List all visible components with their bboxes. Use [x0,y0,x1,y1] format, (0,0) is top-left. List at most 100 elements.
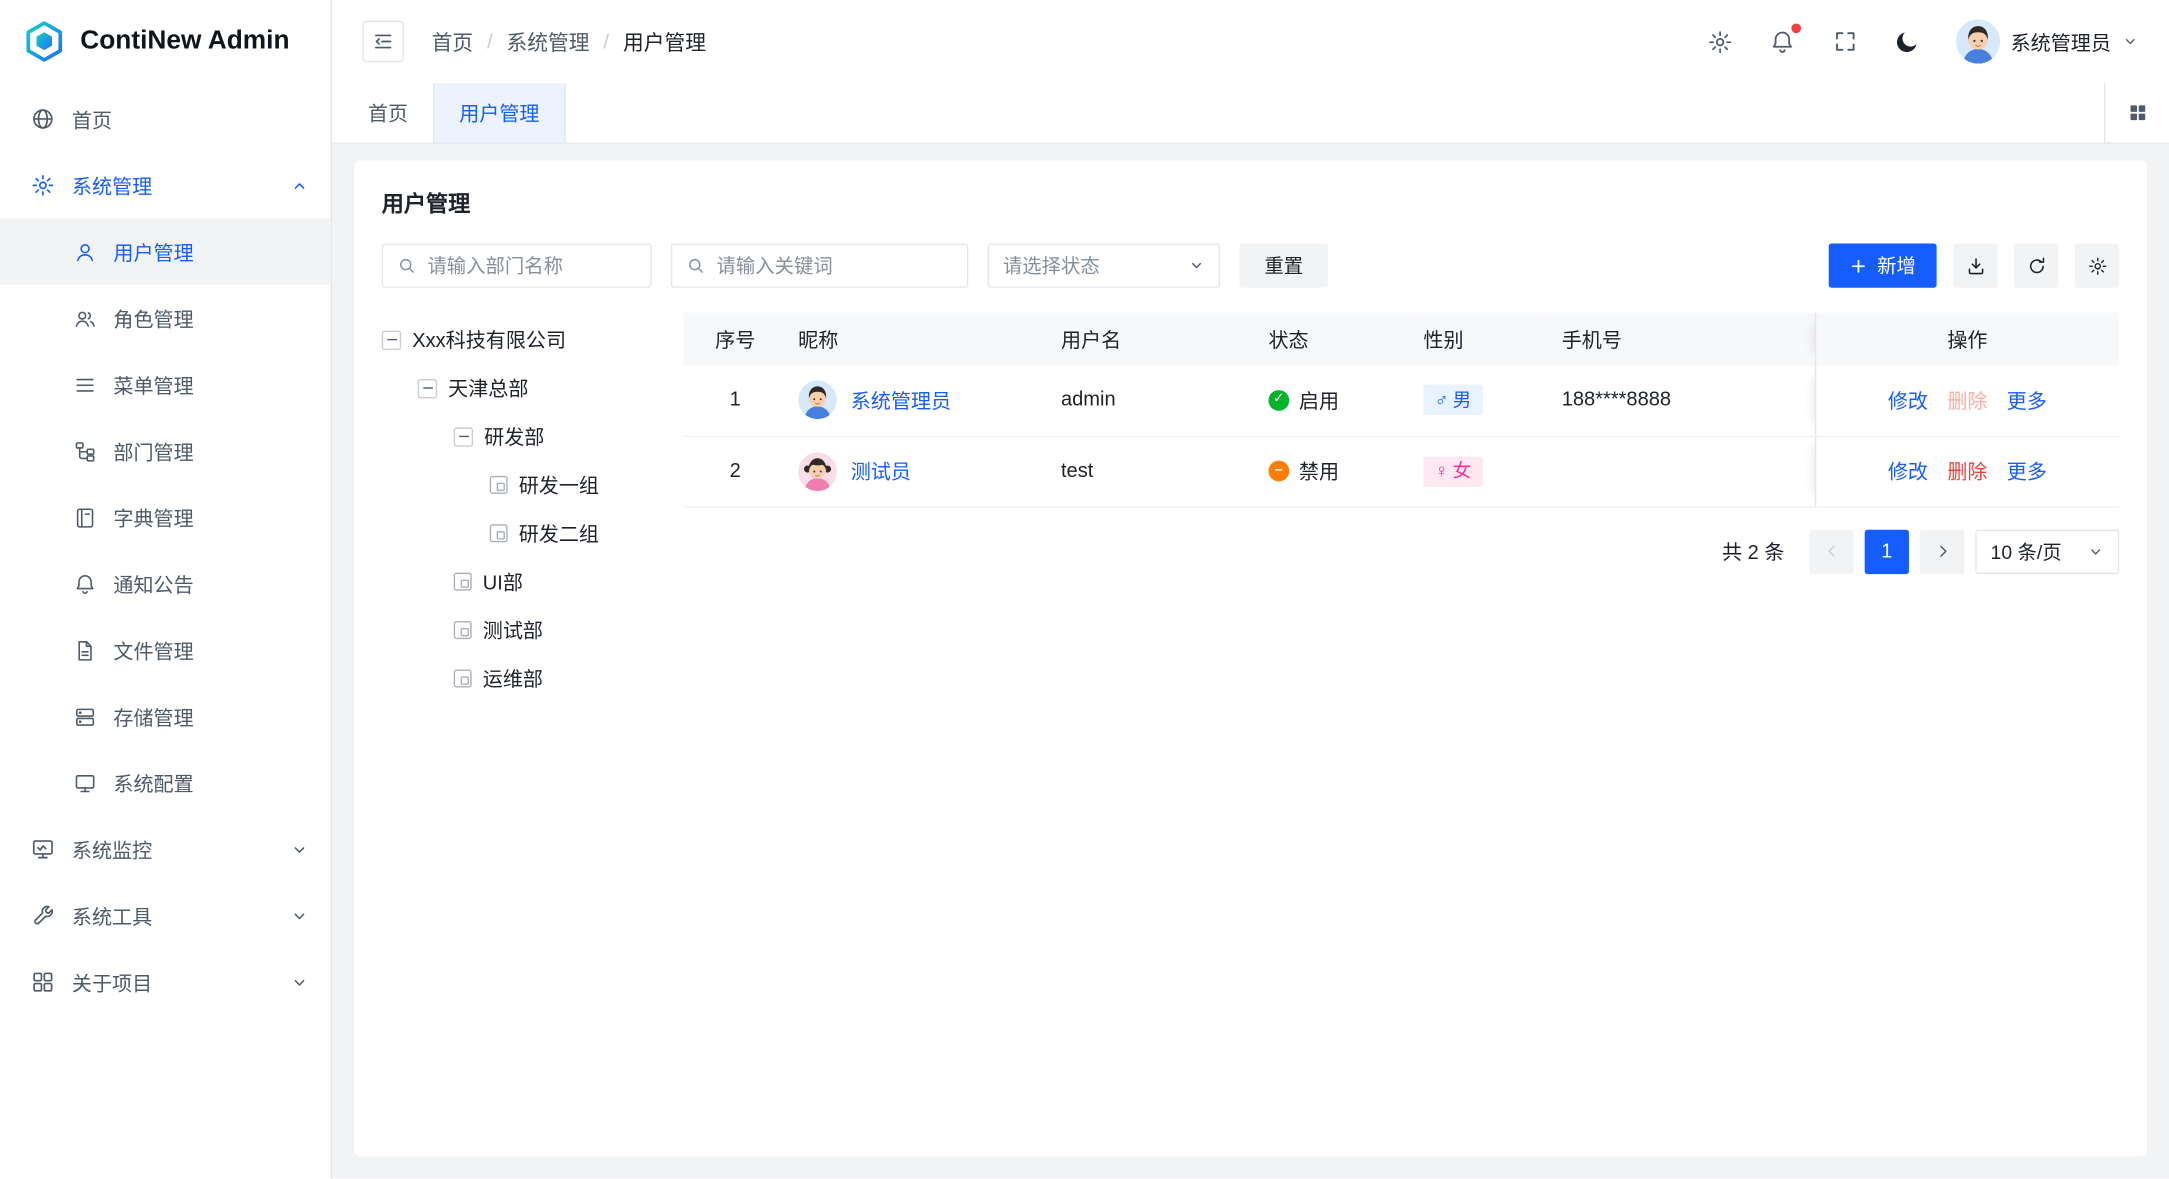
breadcrumb-system-mgmt[interactable]: 系统管理 [507,27,590,56]
tree-node-rd-dept[interactable]: 研发部 [382,412,659,460]
sidebar-item-storage-mgmt[interactable]: 存储管理 [0,683,331,749]
status-badge: ✓ 启用 [1268,386,1401,415]
nickname-link[interactable]: 系统管理员 [851,386,951,415]
nickname-link[interactable]: 测试员 [851,456,911,485]
tree-collapse-icon[interactable] [418,378,437,397]
sidebar-item-dict-mgmt[interactable]: 字典管理 [0,484,331,550]
sidebar-item-label: 首页 [72,104,112,133]
topbar: 首页 / 系统管理 / 用户管理 系统管理 [332,0,2169,83]
table-settings-button[interactable] [2075,243,2119,287]
sidebar-item-home[interactable]: 首页 [0,86,331,152]
sidebar-item-label: 用户管理 [113,237,193,266]
tree-node-rd-group1[interactable]: 研发一组 [382,461,659,509]
settings-icon[interactable] [1706,28,1734,56]
status-badge: − 禁用 [1268,456,1401,485]
sidebar-item-label: 系统工具 [72,901,152,930]
user-menu[interactable]: 系统管理员 [1955,19,2138,63]
user-icon [72,239,97,264]
edit-link[interactable]: 修改 [1888,456,1928,485]
chevron-down-icon [2087,543,2104,560]
tree-collapse-icon[interactable] [382,330,401,349]
tree-node-label: Xxx科技有限公司 [412,325,566,354]
tree-node-company[interactable]: Xxx科技有限公司 [382,315,659,363]
sidebar-item-system-mgmt[interactable]: 系统管理 [0,152,331,218]
main-content: 用户管理 请选择状态 [332,144,2169,1179]
tree-leaf-icon [454,670,472,688]
sidebar-item-sys-config[interactable]: 系统配置 [0,750,331,816]
sidebar-item-label: 系统配置 [113,768,193,797]
sidebar-item-menu-mgmt[interactable]: 菜单管理 [0,351,331,417]
male-symbol-icon: ♂ [1434,391,1448,410]
tree-node-test-dept[interactable]: 测试部 [382,606,659,654]
tree-node-hq[interactable]: 天津总部 [382,364,659,412]
next-page-button[interactable] [1920,529,1964,573]
search-icon [686,256,705,275]
sidebar-item-label: 菜单管理 [113,370,193,399]
search-icon [397,256,416,275]
sidebar-item-label: 部门管理 [113,436,193,465]
page-size-select[interactable]: 10 条/页 [1975,529,2119,573]
fullscreen-icon[interactable] [1831,28,1859,56]
pagination: 共 2 条 1 10 条/页 [683,529,2119,573]
sidebar-item-sys-tools[interactable]: 系统工具 [0,883,331,949]
dept-search-input[interactable] [427,255,636,277]
add-user-button[interactable]: 新增 [1829,243,1937,287]
edit-link[interactable]: 修改 [1888,386,1928,415]
menu-fold-icon [372,30,394,52]
user-avatar [798,381,837,420]
logo-hexagon-icon [22,19,66,63]
gear-icon [2087,255,2108,276]
refresh-icon [2026,255,2047,276]
sidebar-item-dept-mgmt[interactable]: 部门管理 [0,418,331,484]
add-button-label: 新增 [1877,252,1916,280]
breadcrumb-home[interactable]: 首页 [432,27,474,56]
refresh-button[interactable] [2014,243,2058,287]
sidebar-item-file-mgmt[interactable]: 文件管理 [0,617,331,683]
tree-node-label: 研发一组 [519,470,599,499]
user-avatar [1955,19,1999,63]
keyword-search-box [671,243,968,287]
tree-node-rd-group2[interactable]: 研发二组 [382,509,659,557]
dark-mode-moon-icon[interactable] [1893,28,1921,56]
reset-button[interactable]: 重置 [1239,243,1328,287]
gear-icon [30,173,55,198]
tab-label: 用户管理 [459,98,539,127]
delete-link[interactable]: 删除 [1947,456,1987,485]
sidebar-item-label: 角色管理 [113,304,193,333]
user-name: 系统管理员 [2011,27,2111,56]
tree-node-ui-dept[interactable]: UI部 [382,557,659,605]
total-count: 共 2 条 [1722,537,1784,566]
sidebar-item-user-mgmt[interactable]: 用户管理 [0,219,331,285]
status-select[interactable]: 请选择状态 [988,243,1220,287]
notification-bell-icon[interactable] [1769,28,1797,56]
tab-user-mgmt[interactable]: 用户管理 [434,83,565,142]
globe-icon [30,107,55,132]
tree-collapse-icon[interactable] [454,427,473,446]
col-gender: 性别 [1412,313,1550,366]
status-select-placeholder: 请选择状态 [1003,252,1100,280]
tree-node-label: 天津总部 [448,373,528,402]
chevron-down-icon [2122,33,2139,50]
breadcrumb-separator: / [487,30,493,54]
tab-actions-button[interactable] [2104,83,2169,142]
sidebar-item-about[interactable]: 关于项目 [0,949,331,1015]
sidebar-item-notice[interactable]: 通知公告 [0,551,331,617]
topbar-actions: 系统管理员 [1706,19,2138,63]
sidebar-item-role-mgmt[interactable]: 角色管理 [0,285,331,351]
page-number-current[interactable]: 1 [1865,529,1909,573]
prev-page-button[interactable] [1809,529,1853,573]
keyword-search-input[interactable] [717,255,954,277]
chevron-up-icon [290,176,308,194]
sidebar-item-label: 文件管理 [113,636,193,665]
export-download-button[interactable] [1953,243,1997,287]
tab-home[interactable]: 首页 [343,83,434,142]
download-icon [1965,255,1986,276]
tree-node-ops-dept[interactable]: 运维部 [382,654,659,702]
more-link[interactable]: 更多 [2007,386,2047,415]
sidebar-collapse-button[interactable] [362,21,403,62]
sidebar-item-sys-monitor[interactable]: 系统监控 [0,816,331,882]
chevron-down-icon [290,973,308,991]
col-index: 序号 [683,313,787,366]
sidebar: ContiNew Admin 首页 系统管理 [0,0,332,1179]
more-link[interactable]: 更多 [2007,456,2047,485]
